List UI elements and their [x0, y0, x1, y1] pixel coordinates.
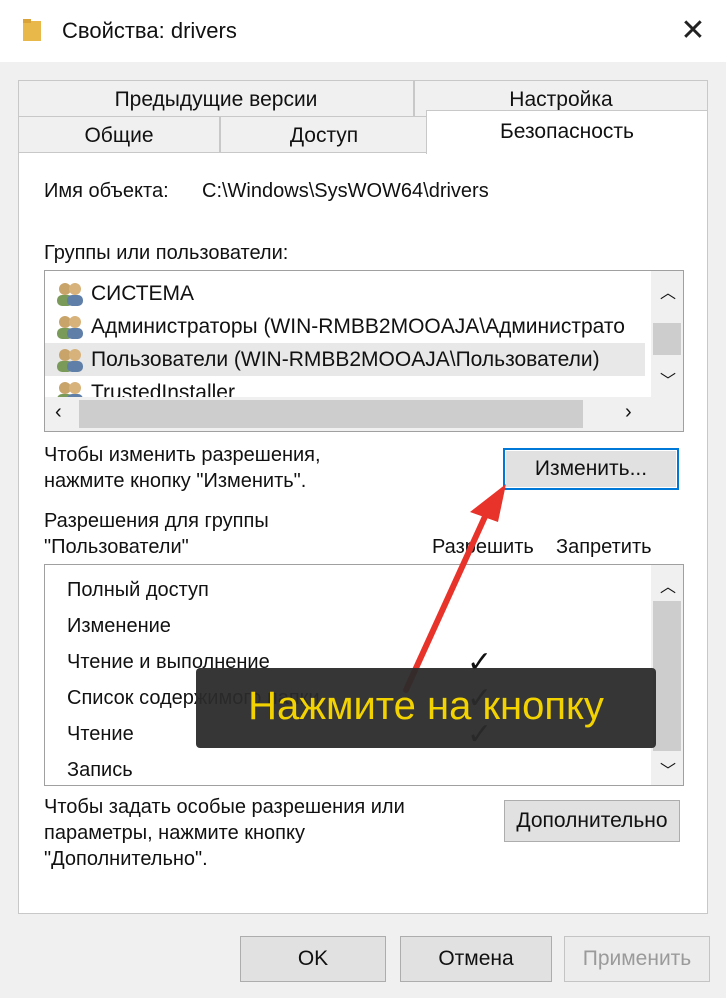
close-button[interactable]: ✕: [668, 8, 718, 54]
change-hint-line2: нажмите кнопку "Изменить".: [44, 470, 307, 492]
scrollbar-thumb[interactable]: [653, 601, 681, 751]
chevron-down-icon[interactable]: ﹀: [660, 367, 676, 391]
caption-text: Нажмите на кнопку: [248, 684, 604, 728]
tab-previous-versions[interactable]: Предыдущие версии: [18, 80, 414, 118]
permission-row: Запись: [67, 759, 133, 781]
users-listbox[interactable]: СИСТЕМА Администраторы (WIN-RMBB2MOOAJA\…: [44, 270, 684, 432]
list-item[interactable]: СИСТЕМА: [45, 277, 645, 310]
permission-row: Чтение: [67, 723, 134, 745]
tab-sharing[interactable]: Доступ: [220, 116, 428, 154]
chevron-left-icon[interactable]: ‹: [55, 401, 62, 424]
chevron-up-icon[interactable]: ︿: [660, 573, 676, 597]
scrollbar-thumb[interactable]: [79, 400, 583, 428]
chevron-right-icon[interactable]: ›: [625, 401, 632, 424]
folder-icon: [23, 19, 41, 41]
users-icon: [57, 349, 83, 372]
users-icon: [57, 316, 83, 339]
tab-general[interactable]: Общие: [18, 116, 220, 154]
cancel-button[interactable]: Отмена: [400, 936, 552, 982]
apply-button: Применить: [564, 936, 710, 982]
chevron-down-icon[interactable]: ﹀: [660, 757, 676, 781]
permissions-label-line1: Разрешения для группы: [44, 510, 269, 532]
user-name: Пользователи (WIN-RMBB2MOOAJA\Пользовате…: [91, 348, 600, 371]
change-button[interactable]: Изменить...: [503, 448, 679, 490]
change-hint-line1: Чтобы изменить разрешения,: [44, 444, 321, 466]
groups-label: Группы или пользователи:: [44, 242, 289, 264]
window-title: Свойства: drivers: [62, 18, 237, 43]
list-item[interactable]: Администраторы (WIN-RMBB2MOOAJA\Админист…: [45, 310, 645, 343]
user-name: Администраторы (WIN-RMBB2MOOAJA\Админист…: [91, 315, 625, 338]
advanced-hint-line3: "Дополнительно".: [44, 848, 208, 870]
object-name-value: C:\Windows\SysWOW64\drivers: [202, 180, 489, 202]
advanced-button[interactable]: Дополнительно: [504, 800, 680, 842]
ok-button[interactable]: OK: [240, 936, 386, 982]
user-name: СИСТЕМА: [91, 282, 195, 305]
column-deny: Запретить: [556, 536, 652, 558]
column-allow: Разрешить: [432, 536, 534, 558]
tab-security[interactable]: Безопасность: [426, 110, 708, 154]
advanced-hint-line2: параметры, нажмите кнопку: [44, 822, 305, 844]
users-icon: [57, 283, 83, 306]
scrollbar-thumb[interactable]: [653, 323, 681, 355]
horizontal-scrollbar[interactable]: ‹ ›: [45, 397, 683, 431]
list-item-selected[interactable]: Пользователи (WIN-RMBB2MOOAJA\Пользовате…: [45, 343, 645, 376]
permission-row: Изменение: [67, 615, 171, 637]
chevron-up-icon[interactable]: ︿: [660, 279, 676, 303]
advanced-hint-line1: Чтобы задать особые разрешения или: [44, 796, 405, 818]
object-name-label: Имя объекта:: [44, 180, 169, 202]
permission-row: Полный доступ: [67, 579, 209, 601]
vertical-scrollbar[interactable]: ︿ ﹀: [651, 271, 683, 397]
permissions-label-line2: "Пользователи": [44, 536, 189, 558]
